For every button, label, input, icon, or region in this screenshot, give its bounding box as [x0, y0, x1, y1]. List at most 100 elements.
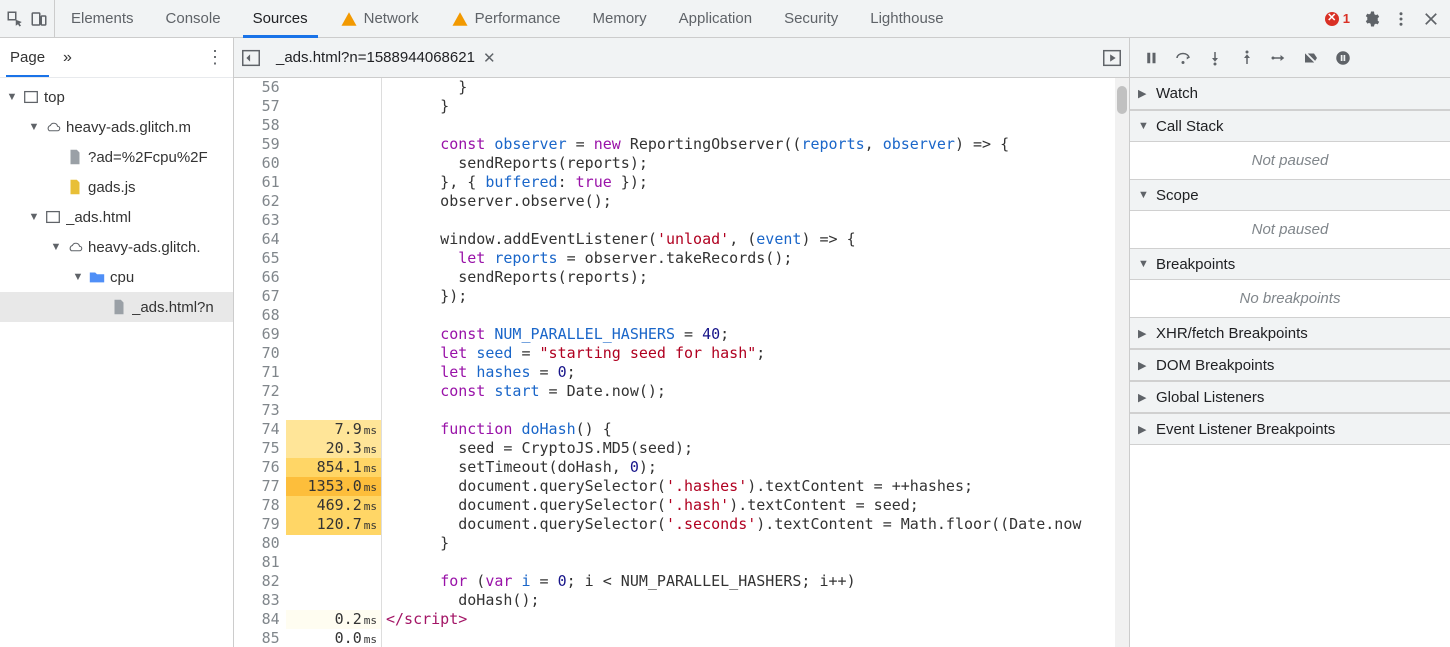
line-number[interactable]: 84 — [234, 610, 286, 629]
chevron-down-icon[interactable]: ▼ — [28, 211, 40, 223]
section-event-listener-breakpoints[interactable]: ▶Event Listener Breakpoints — [1130, 413, 1450, 445]
chevron-down-icon[interactable]: ▼ — [6, 91, 18, 103]
navigator-tab-more[interactable]: » — [59, 38, 76, 77]
step-over-icon[interactable] — [1174, 49, 1192, 67]
tab-application[interactable]: Application — [663, 0, 768, 37]
code-line[interactable]: sendReports(reports); — [386, 154, 1129, 173]
editor-scrollbar[interactable] — [1115, 78, 1129, 647]
step-out-icon[interactable] — [1238, 49, 1256, 67]
line-number[interactable]: 65 — [234, 249, 286, 268]
close-icon[interactable] — [1422, 10, 1440, 28]
line-number[interactable]: 76 — [234, 458, 286, 477]
line-number[interactable]: 75 — [234, 439, 286, 458]
code-line[interactable] — [386, 553, 1129, 572]
line-number[interactable]: 70 — [234, 344, 286, 363]
deactivate-breakpoints-icon[interactable] — [1302, 49, 1320, 67]
code-line[interactable]: document.querySelector('.hash').textCont… — [386, 496, 1129, 515]
line-number[interactable]: 73 — [234, 401, 286, 420]
code-line[interactable]: doHash(); — [386, 591, 1129, 610]
line-number[interactable]: 80 — [234, 534, 286, 553]
chevron-down-icon[interactable]: ▼ — [50, 241, 62, 253]
line-number[interactable]: 79 — [234, 515, 286, 534]
tab-memory[interactable]: Memory — [577, 0, 663, 37]
line-number[interactable]: 66 — [234, 268, 286, 287]
code-line[interactable]: document.querySelector('.seconds').textC… — [386, 515, 1129, 534]
code-line[interactable]: window.addEventListener('unload', (event… — [386, 230, 1129, 249]
kebab-icon[interactable] — [1392, 10, 1410, 28]
line-number[interactable]: 85 — [234, 629, 286, 647]
code-line[interactable]: seed = CryptoJS.MD5(seed); — [386, 439, 1129, 458]
code-line[interactable]: let hashes = 0; — [386, 363, 1129, 382]
line-number[interactable]: 68 — [234, 306, 286, 325]
line-number[interactable]: 59 — [234, 135, 286, 154]
code-line[interactable] — [386, 401, 1129, 420]
code-line[interactable]: }, { buffered: true }); — [386, 173, 1129, 192]
code-line[interactable]: sendReports(reports); — [386, 268, 1129, 287]
error-badge[interactable]: ✕ 1 — [1325, 11, 1350, 26]
code-line[interactable]: setTimeout(doHash, 0); — [386, 458, 1129, 477]
step-icon[interactable] — [1270, 49, 1288, 67]
code-line[interactable]: } — [386, 78, 1129, 97]
pause-icon[interactable] — [1142, 49, 1160, 67]
chevron-down-icon[interactable]: ▼ — [72, 271, 84, 283]
device-mode-icon[interactable] — [30, 10, 48, 28]
code-line[interactable] — [386, 306, 1129, 325]
section-call-stack[interactable]: ▼Call Stack — [1130, 110, 1450, 142]
editor-history-icon[interactable] — [240, 47, 262, 69]
code-line[interactable]: </script> — [386, 610, 1129, 629]
line-number[interactable]: 72 — [234, 382, 286, 401]
line-number[interactable]: 67 — [234, 287, 286, 306]
line-number[interactable]: 56 — [234, 78, 286, 97]
line-number[interactable]: 83 — [234, 591, 286, 610]
tree-item[interactable]: ▼cpu — [0, 262, 233, 292]
code-line[interactable]: const NUM_PARALLEL_HASHERS = 40; — [386, 325, 1129, 344]
scrollbar-thumb[interactable] — [1117, 86, 1127, 114]
line-number[interactable]: 64 — [234, 230, 286, 249]
tree-item[interactable]: _ads.html?n — [0, 292, 233, 322]
code-editor[interactable]: 565758596061626364656667686970717273747.… — [234, 78, 1129, 647]
line-number[interactable]: 71 — [234, 363, 286, 382]
tree-item[interactable]: ▼top — [0, 82, 233, 112]
line-number[interactable]: 57 — [234, 97, 286, 116]
inspect-icon[interactable] — [6, 10, 24, 28]
code-line[interactable]: } — [386, 534, 1129, 553]
line-number[interactable]: 60 — [234, 154, 286, 173]
code-line[interactable]: }); — [386, 287, 1129, 306]
code-line[interactable] — [386, 211, 1129, 230]
code-line[interactable]: observer.observe(); — [386, 192, 1129, 211]
tree-item[interactable]: ▼_ads.html — [0, 202, 233, 232]
tree-item[interactable]: ?ad=%2Fcpu%2F — [0, 142, 233, 172]
section-global-listeners[interactable]: ▶Global Listeners — [1130, 381, 1450, 413]
editor-run-icon[interactable] — [1101, 47, 1123, 69]
line-number[interactable]: 69 — [234, 325, 286, 344]
code-line[interactable] — [386, 116, 1129, 135]
line-number[interactable]: 74 — [234, 420, 286, 439]
code-line[interactable]: function doHash() { — [386, 420, 1129, 439]
tree-item[interactable]: ▼heavy-ads.glitch. — [0, 232, 233, 262]
step-into-icon[interactable] — [1206, 49, 1224, 67]
code-line[interactable] — [386, 629, 1129, 647]
editor-tab[interactable]: _ads.html?n=1588944068621 ✕ — [270, 38, 502, 77]
section-breakpoints[interactable]: ▼Breakpoints — [1130, 248, 1450, 280]
section-watch[interactable]: ▶Watch — [1130, 78, 1450, 110]
editor-tab-close-icon[interactable]: ✕ — [483, 49, 496, 67]
line-number[interactable]: 63 — [234, 211, 286, 230]
tab-security[interactable]: Security — [768, 0, 854, 37]
navigator-tab-page[interactable]: Page — [6, 38, 49, 77]
code-line[interactable]: document.querySelector('.hashes').textCo… — [386, 477, 1129, 496]
tab-performance[interactable]: Performance — [435, 0, 577, 37]
line-number[interactable]: 81 — [234, 553, 286, 572]
line-number[interactable]: 82 — [234, 572, 286, 591]
navigator-kebab-icon[interactable]: ⋮ — [203, 46, 227, 70]
tab-elements[interactable]: Elements — [55, 0, 150, 37]
section-scope[interactable]: ▼Scope — [1130, 179, 1450, 211]
code-line[interactable]: const start = Date.now(); — [386, 382, 1129, 401]
tab-network[interactable]: Network — [324, 0, 435, 37]
line-number[interactable]: 62 — [234, 192, 286, 211]
pause-on-exceptions-icon[interactable] — [1334, 49, 1352, 67]
code-line[interactable]: } — [386, 97, 1129, 116]
line-number[interactable]: 78 — [234, 496, 286, 515]
chevron-down-icon[interactable]: ▼ — [28, 121, 40, 133]
settings-icon[interactable] — [1362, 10, 1380, 28]
code-line[interactable]: const observer = new ReportingObserver((… — [386, 135, 1129, 154]
